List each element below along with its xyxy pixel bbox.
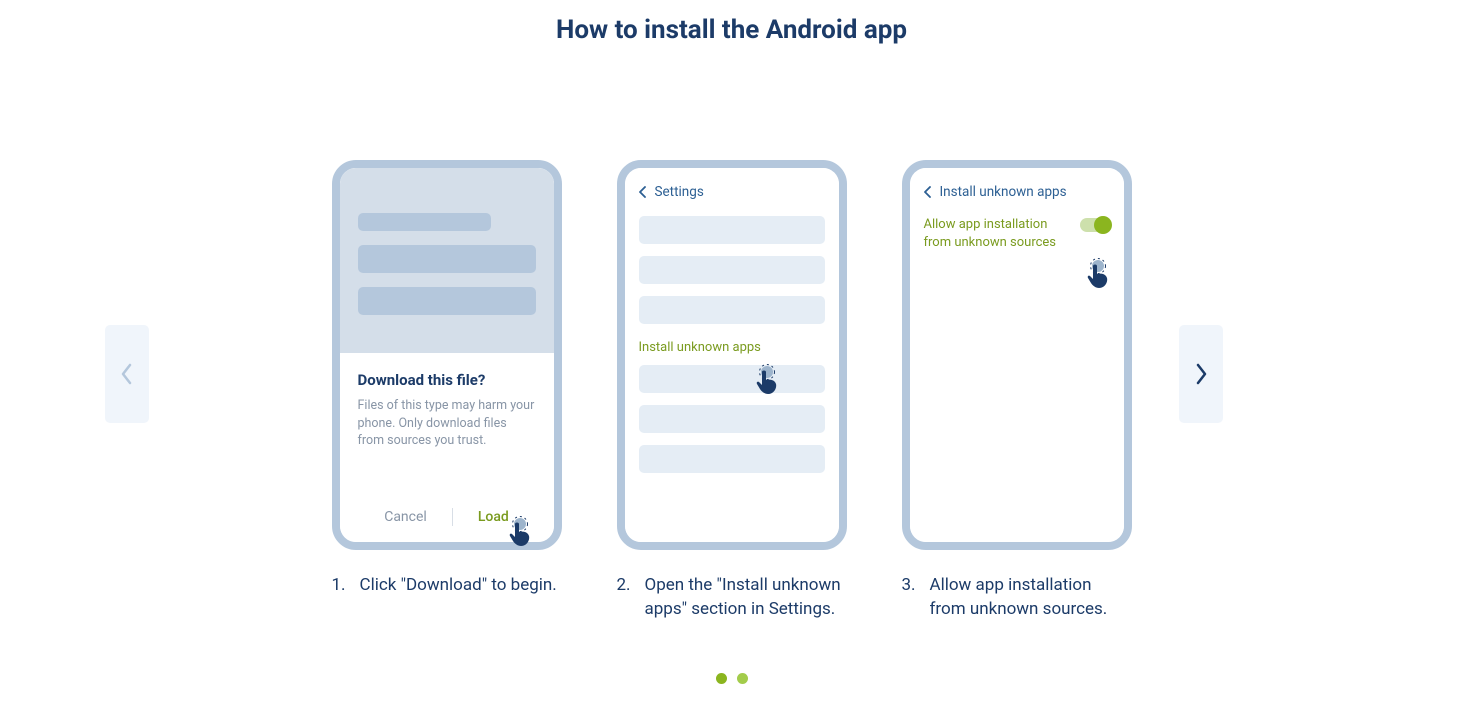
chevron-left-icon xyxy=(924,186,932,198)
settings-row-placeholder xyxy=(639,256,825,284)
phone-mockup-1: Download this file? Files of this type m… xyxy=(332,160,562,550)
cancel-button: Cancel xyxy=(384,509,427,525)
tap-hand-icon xyxy=(755,364,783,398)
carousel-dots xyxy=(0,673,1463,684)
phone2-header: Settings xyxy=(625,168,839,210)
placeholder-bar xyxy=(358,287,536,315)
step-text: Open the "Install unknown apps" section … xyxy=(645,574,847,622)
phone2-header-text: Settings xyxy=(655,184,704,200)
settings-row-placeholder xyxy=(639,296,825,324)
chevron-left-icon xyxy=(120,362,134,386)
divider xyxy=(452,508,453,526)
step-2-caption: 2. Open the "Install unknown apps" secti… xyxy=(617,574,847,622)
phone-mockup-2: Settings Install unknown apps xyxy=(617,160,847,550)
install-unknown-apps-label: Install unknown apps xyxy=(639,336,825,365)
tap-hand-icon xyxy=(1086,258,1114,292)
phone-mockup-3: Install unknown apps Allow app installat… xyxy=(902,160,1132,550)
page-title: How to install the Android app xyxy=(0,15,1463,45)
carousel-dot[interactable] xyxy=(737,673,748,684)
settings-row-placeholder xyxy=(639,365,825,393)
tap-hand-icon xyxy=(508,516,536,550)
carousel-dot[interactable] xyxy=(716,673,727,684)
step-1: Download this file? Files of this type m… xyxy=(332,160,562,622)
phone3-header-text: Install unknown apps xyxy=(940,184,1067,200)
load-button: Load xyxy=(478,509,509,525)
download-dialog-title: Download this file? xyxy=(358,371,536,389)
allow-toggle xyxy=(1080,218,1110,232)
step-3: Install unknown apps Allow app installat… xyxy=(902,160,1132,622)
step-text: Allow app installation from unknown sour… xyxy=(930,574,1132,622)
chevron-left-icon xyxy=(639,186,647,198)
settings-row-placeholder xyxy=(639,405,825,433)
step-text: Click "Download" to begin. xyxy=(360,574,557,598)
step-3-caption: 3. Allow app installation from unknown s… xyxy=(902,574,1132,622)
carousel-prev-button[interactable] xyxy=(105,325,149,423)
step-1-caption: 1. Click "Download" to begin. xyxy=(332,574,562,598)
chevron-right-icon xyxy=(1194,362,1208,386)
step-number: 3. xyxy=(902,574,918,622)
download-dialog-description: Files of this type may harm your phone. … xyxy=(358,397,536,450)
allow-installation-label: Allow app installation from unknown sour… xyxy=(924,216,1074,251)
settings-row-placeholder xyxy=(639,216,825,244)
steps-carousel: Download this file? Files of this type m… xyxy=(0,160,1463,622)
placeholder-bar xyxy=(358,245,536,273)
step-number: 1. xyxy=(332,574,348,598)
step-number: 2. xyxy=(617,574,633,622)
phone3-header: Install unknown apps xyxy=(910,168,1124,210)
phone1-background xyxy=(340,168,554,353)
settings-row-placeholder xyxy=(639,445,825,473)
carousel-next-button[interactable] xyxy=(1179,325,1223,423)
placeholder-bar xyxy=(358,213,492,231)
step-2: Settings Install unknown apps xyxy=(617,160,847,622)
